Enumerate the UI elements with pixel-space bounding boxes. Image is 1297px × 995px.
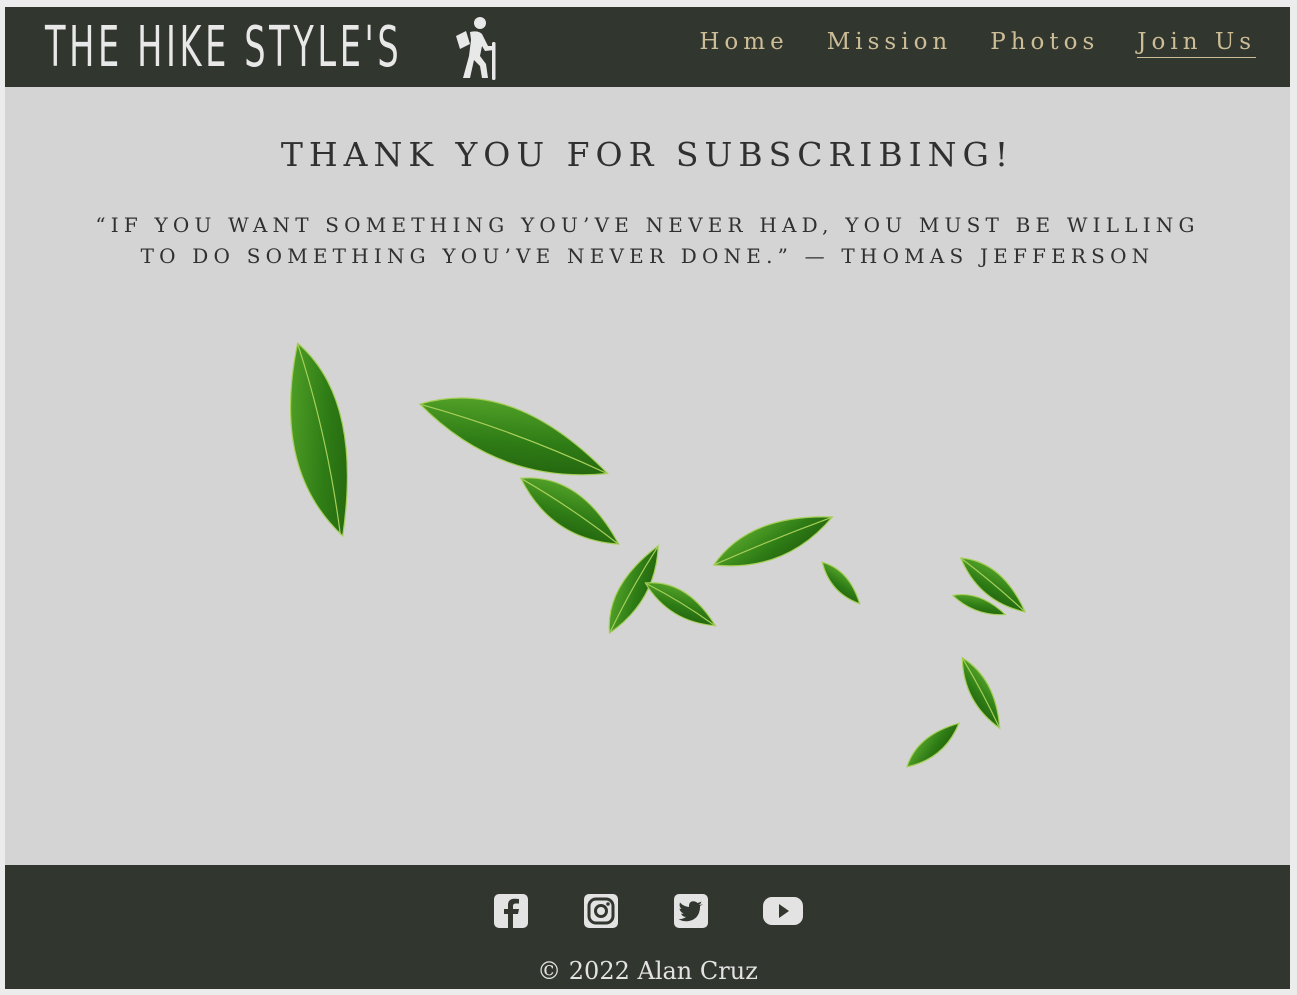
page: THE HIKE STYLE'S Home Mission Photos Joi… xyxy=(5,7,1290,989)
leaf xyxy=(519,477,620,545)
leaf xyxy=(712,516,834,567)
leaf xyxy=(961,656,1001,730)
leaf xyxy=(418,397,609,476)
copyright: © 2022 Alan Cruz xyxy=(537,957,758,985)
leaf xyxy=(821,561,861,605)
youtube-icon[interactable] xyxy=(762,892,804,930)
facebook-icon[interactable] xyxy=(492,892,530,930)
twitter-icon[interactable] xyxy=(672,892,710,930)
leaf xyxy=(644,582,717,627)
falling-leaves-image xyxy=(289,342,1027,768)
site-footer: © 2022 Alan Cruz xyxy=(5,865,1290,989)
leaf xyxy=(289,342,348,538)
instagram-icon[interactable] xyxy=(582,892,620,930)
leaf xyxy=(906,722,961,768)
social-links xyxy=(5,892,1290,930)
